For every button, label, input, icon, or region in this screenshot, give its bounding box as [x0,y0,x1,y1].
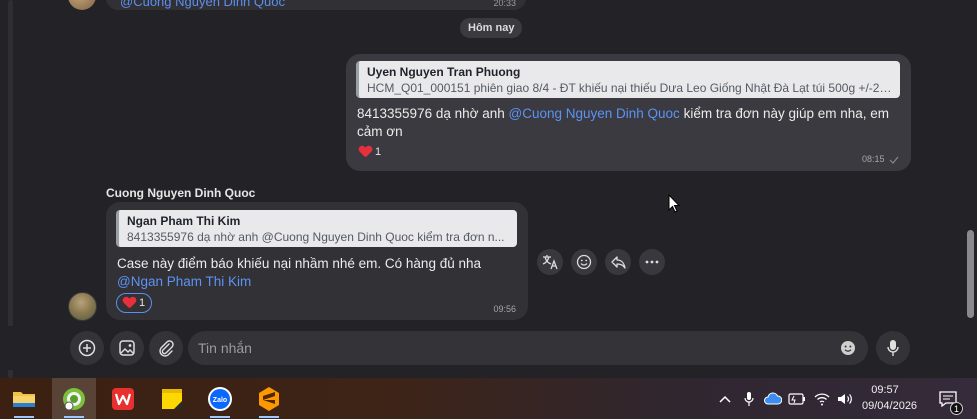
attach-button[interactable] [149,331,183,365]
react-button[interactable] [571,249,597,275]
voice-button[interactable] [876,331,910,365]
image-icon [119,340,135,356]
tray-battery[interactable] [787,378,807,419]
paperclip-icon [159,340,174,357]
tray-cloud[interactable] [763,378,783,419]
quoted-text: HCM_Q01_000151 phiên giao 8/4 - ĐT khiếu… [367,81,892,95]
sticky-notes-icon [162,388,182,409]
image-button[interactable] [110,331,144,365]
message-time-text: 08:15 [861,154,885,164]
quoted-message[interactable]: Uyen Nguyen Tran Phuong HCM_Q01_000151 p… [356,61,900,98]
heart-icon [359,146,372,158]
message-time: 09:56 [493,304,516,314]
message-input-box[interactable] [188,331,868,365]
message-bubble-incoming[interactable]: Ngan Pham Thi Kim 8413355976 dạ nhờ anh … [106,202,528,320]
message-text-part: 8413355976 dạ nhờ anh [357,106,509,121]
message-actions [537,249,665,275]
mention-link[interactable]: @Cuong Nguyen Dinh Quoc [509,106,680,121]
wifi-icon [814,392,830,405]
browser-icon [63,387,85,410]
microphone-icon [887,340,899,356]
wps-taskbar-button[interactable] [101,378,145,419]
quoted-message[interactable]: Ngan Pham Thi Kim 8413355976 dạ nhờ anh … [116,210,517,247]
plus-circle-icon [78,339,96,357]
zalo-icon: Zalo [208,386,232,411]
message-bubble-previous[interactable]: @Cuong Nguyen Dinh Quoc 20:33 [106,0,526,10]
battery-icon [788,392,805,405]
sticky-notes-taskbar-button[interactable] [150,378,194,419]
translate-icon [542,255,558,270]
message-composer [0,326,977,370]
reaction-count: 1 [375,146,382,158]
tray-wifi[interactable] [812,378,832,419]
more-icon [645,260,659,264]
reaction-badge[interactable]: 1 [359,146,381,158]
mention-link[interactable]: @Ngan Pham Thi Kim [117,274,251,289]
chat-panel: @Cuong Nguyen Dinh Quoc 20:33 Hôm nay Uy… [0,0,977,378]
message-bubble-outgoing[interactable]: Uyen Nguyen Tran Phuong HCM_Q01_000151 p… [346,54,911,171]
sublime-text-icon [259,386,279,411]
volume-icon [838,393,852,404]
mouse-cursor-icon [668,194,680,213]
emoji-icon[interactable] [840,340,856,356]
taskbar: Zalo 09:57 09/04/2026 1 [0,378,977,419]
message-time: 20:33 [493,0,516,8]
file-explorer-taskbar-button[interactable] [2,378,46,419]
chevron-up-icon [719,395,731,403]
zalo-label: Zalo [213,397,227,404]
cloud-sync-icon [764,391,782,404]
mention-link[interactable]: @Cuong Nguyen Dinh Quoc [120,0,285,9]
message-input[interactable] [188,331,868,365]
reaction-count: 1 [139,297,146,309]
tray-microphone[interactable] [740,378,758,419]
tray-volume[interactable] [835,378,855,419]
zalo-taskbar-button[interactable]: Zalo [198,378,242,419]
tray-overflow-button[interactable] [716,378,734,419]
taskbar-clock[interactable]: 09:57 09/04/2026 [862,382,918,414]
clock-date: 09/04/2026 [862,400,918,412]
clock-time: 09:57 [871,384,899,396]
avatar[interactable] [68,0,96,10]
folder-icon [13,391,35,407]
more-button[interactable] [639,249,665,275]
reply-button[interactable] [605,249,631,275]
chat-scrollbar[interactable] [967,230,974,318]
message-text: 8413355976 dạ nhờ anh @Cuong Nguyen Dinh… [357,105,897,141]
avatar[interactable] [68,292,97,321]
reaction-badge[interactable]: 1 [116,293,153,313]
browser-taskbar-button[interactable] [52,378,96,419]
sender-name[interactable]: Cuong Nguyen Dinh Quoc [106,186,255,200]
quoted-author: Ngan Pham Thi Kim [127,214,241,228]
notification-count: 1 [950,402,963,415]
translate-button[interactable] [537,249,563,275]
microphone-icon [744,391,754,406]
emoji-react-icon [576,254,592,270]
sent-check-icon [889,156,899,164]
wps-office-icon [112,387,134,410]
message-text-part: Case này điểm báo khiếu nại nhầm nhé em.… [117,256,481,271]
message-time: 08:15 [862,154,899,164]
date-divider: Hôm nay [460,18,523,38]
quoted-author: Uyen Nguyen Tran Phuong [367,65,521,79]
left-edge-bar [8,0,13,378]
reply-icon [611,256,626,269]
add-button[interactable] [70,331,104,365]
heart-icon [123,297,136,309]
quoted-text: 8413355976 dạ nhờ anh @Cuong Nguyen Dinh… [127,230,505,244]
sublime-taskbar-button[interactable] [247,378,291,419]
message-text: Case này điểm báo khiếu nại nhầm nhé em.… [117,255,517,291]
